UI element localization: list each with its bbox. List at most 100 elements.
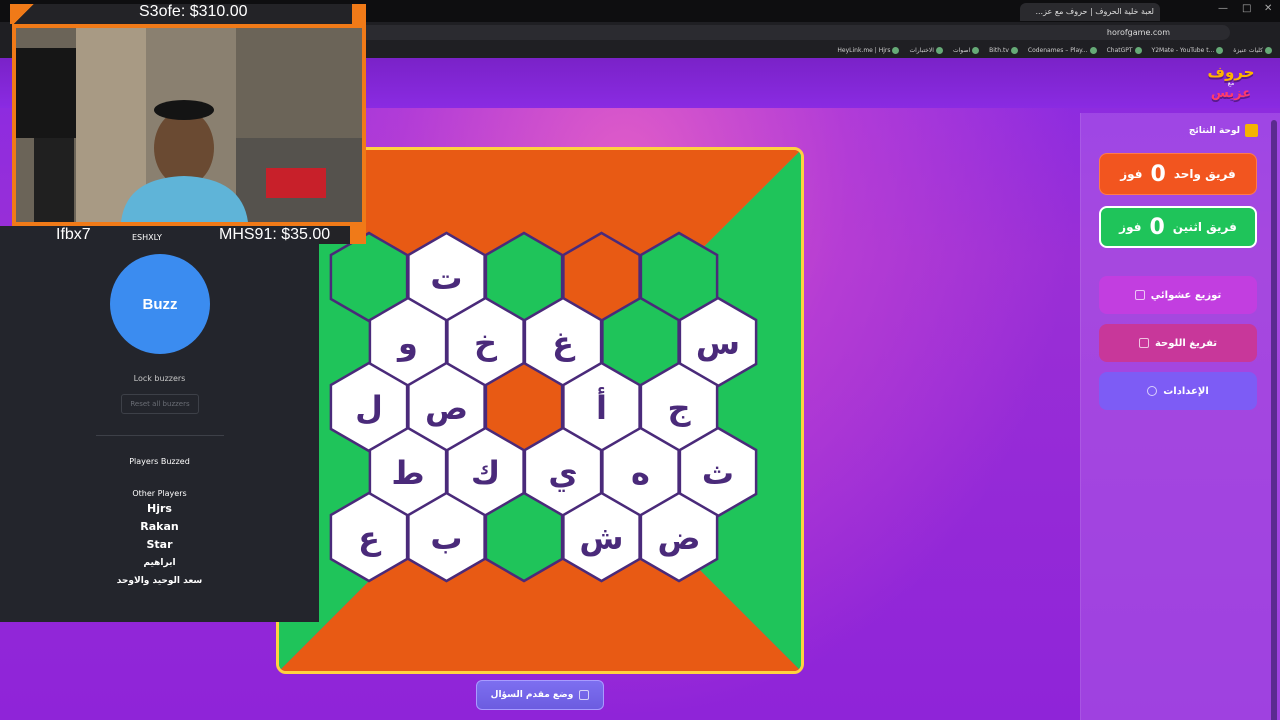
- bookmark-item[interactable]: Y2Mate - YouTube t...: [1151, 46, 1224, 54]
- bookmark-icon: [1134, 46, 1142, 54]
- buzzer-panel: ESHXLY Buzz Lock buzzers Reset all buzze…: [0, 226, 319, 622]
- donation-bottom-right-text: MHS91: $35.00: [219, 226, 331, 243]
- random-distribute-label: توزيع عشوائي: [1150, 289, 1222, 301]
- hex-letter: غ: [552, 324, 576, 362]
- team-one-unit: فوز: [1120, 167, 1143, 181]
- stream-overlay: S3ofe: $310.00: [0, 0, 368, 244]
- site-logo[interactable]: حروف مع عزيس: [1200, 64, 1262, 108]
- team-two-name: فريق اثنين: [1172, 220, 1237, 234]
- donation-top-text: S3ofe: $310.00: [139, 3, 248, 20]
- trophy-icon: [1245, 124, 1258, 137]
- partial-player-name: ESHXLY: [132, 233, 162, 242]
- url-text: horofgame.com: [1106, 28, 1170, 37]
- buzz-label: Buzz: [142, 295, 178, 313]
- results-title: لوحة النتائج: [1189, 124, 1258, 137]
- buzz-button[interactable]: Buzz: [110, 254, 210, 354]
- hex-letter: ص: [425, 389, 468, 427]
- bookmark-label: اصوات: [952, 46, 971, 54]
- monitor-icon: [579, 690, 590, 700]
- team-two-score: 0: [1149, 214, 1165, 240]
- clear-board-button[interactable]: تفريغ اللوحة: [1099, 324, 1257, 362]
- team-one-card[interactable]: فريق واحد 0 فوز: [1099, 153, 1257, 195]
- team-one-name: فريق واحد: [1173, 167, 1236, 181]
- hex-letter: ك: [471, 454, 500, 492]
- clear-board-label: تفريغ اللوحة: [1154, 337, 1218, 349]
- player-name: Star: [146, 538, 173, 551]
- player-name: ابراهيم: [143, 558, 176, 568]
- page-scrollbar[interactable]: [1271, 120, 1277, 720]
- hex-letter: و: [396, 324, 418, 362]
- players-buzzed-heading: Players Buzzed: [129, 457, 190, 466]
- reset-buzzers-button[interactable]: Reset all buzzers: [121, 394, 199, 414]
- hex-letter: ه: [631, 454, 650, 492]
- host-mode-label: وضع مقدم السؤال: [490, 690, 574, 700]
- bookmark-icon: [1089, 46, 1097, 54]
- divider: [96, 435, 224, 436]
- hex-letter: ث: [702, 454, 734, 492]
- bookmark-item[interactable]: HeyLink.me | Hjrs: [837, 46, 900, 54]
- browser-tab[interactable]: لعبة خلية الحروف | حروف مع عز...: [1020, 3, 1160, 21]
- player-name: Hjrs: [147, 502, 172, 515]
- player-name: سعد الوحيد والاوحد: [116, 576, 203, 586]
- bookmark-item[interactable]: Bith.tv: [989, 46, 1018, 54]
- hex-letter: ض: [657, 519, 700, 557]
- stripe-decoration: [10, 4, 50, 24]
- host-mode-button[interactable]: وضع مقدم السؤال: [476, 680, 604, 710]
- bookmark-label: الاختبارات: [909, 46, 934, 54]
- bookmark-icon: [935, 46, 943, 54]
- team-two-unit: فوز: [1119, 220, 1142, 234]
- bookmark-icon: [1010, 46, 1018, 54]
- hex-letter: أ: [596, 387, 607, 427]
- stripe-decoration: [352, 4, 366, 24]
- bookmark-icon: [892, 46, 900, 54]
- logo-line-1: حروف: [1207, 63, 1255, 81]
- team-two-card[interactable]: فريق اثنين 0 فوز: [1099, 206, 1257, 248]
- logo-line-3: عزيس: [1210, 86, 1252, 101]
- team-one-score: 0: [1150, 161, 1166, 187]
- webcam-image: [16, 28, 362, 222]
- tab-title: لعبة خلية الحروف | حروف مع عز...: [1035, 7, 1154, 16]
- bookmark-icon: [1216, 46, 1224, 54]
- other-players-heading: Other Players: [132, 489, 187, 498]
- random-distribute-button[interactable]: توزيع عشوائي: [1099, 276, 1257, 314]
- trash-icon: [1138, 338, 1149, 348]
- hex-letter: ع: [358, 519, 382, 557]
- results-title-text: لوحة النتائج: [1188, 125, 1240, 136]
- hex-letter: ج: [667, 389, 691, 427]
- results-panel: لوحة النتائج فريق واحد 0 فوز فريق اثنين …: [1080, 113, 1280, 720]
- hex-letter: ب: [430, 519, 462, 557]
- bookmark-item[interactable]: Codenames – Play...: [1027, 46, 1097, 54]
- shuffle-icon: [1134, 290, 1145, 300]
- bookmark-item[interactable]: ChatGPT: [1106, 46, 1142, 54]
- bookmark-label: HeyLink.me | Hjrs: [837, 46, 891, 54]
- lock-buzzers-toggle[interactable]: Lock buzzers: [0, 374, 319, 383]
- url-field[interactable]: horofgame.com: [330, 25, 1230, 40]
- other-players-list: Hjrs Rakan Star ابراهيم سعد الوحيد والاو…: [0, 500, 319, 590]
- hex-letter: خ: [474, 324, 498, 362]
- hex-letter: ط: [391, 454, 424, 492]
- bookmark-label: Codenames – Play...: [1027, 46, 1088, 54]
- bookmark-label: Y2Mate - YouTube t...: [1151, 46, 1215, 54]
- hex-letter: ت: [430, 259, 462, 297]
- hex-letter: ي: [548, 454, 577, 492]
- stripe-decoration: [350, 226, 366, 244]
- hex-letter: ش: [579, 519, 623, 557]
- settings-label: الإعدادات: [1163, 385, 1209, 397]
- hex-letter: ل: [355, 389, 383, 427]
- bookmark-item[interactable]: الاختبارات: [909, 46, 943, 54]
- bookmark-icon: [1265, 46, 1272, 54]
- bookmark-label: Bith.tv: [989, 46, 1009, 54]
- donation-bottom-left-text: Ifbx7: [56, 226, 91, 243]
- hex-letter: س: [696, 324, 740, 362]
- bookmark-icon: [972, 46, 980, 54]
- close-icon[interactable]: ✕: [1264, 3, 1272, 14]
- bookmark-label: ChatGPT: [1106, 46, 1133, 54]
- settings-button[interactable]: الإعدادات: [1099, 372, 1257, 410]
- minimize-icon[interactable]: —: [1218, 3, 1228, 14]
- bookmark-item[interactable]: كليات عنيزة: [1233, 46, 1272, 54]
- maximize-icon[interactable]: □: [1242, 3, 1251, 14]
- webcam-feed: [12, 24, 366, 226]
- gear-icon: [1147, 386, 1158, 396]
- bookmark-item[interactable]: اصوات: [952, 46, 980, 54]
- bookmark-label: كليات عنيزة: [1233, 46, 1263, 54]
